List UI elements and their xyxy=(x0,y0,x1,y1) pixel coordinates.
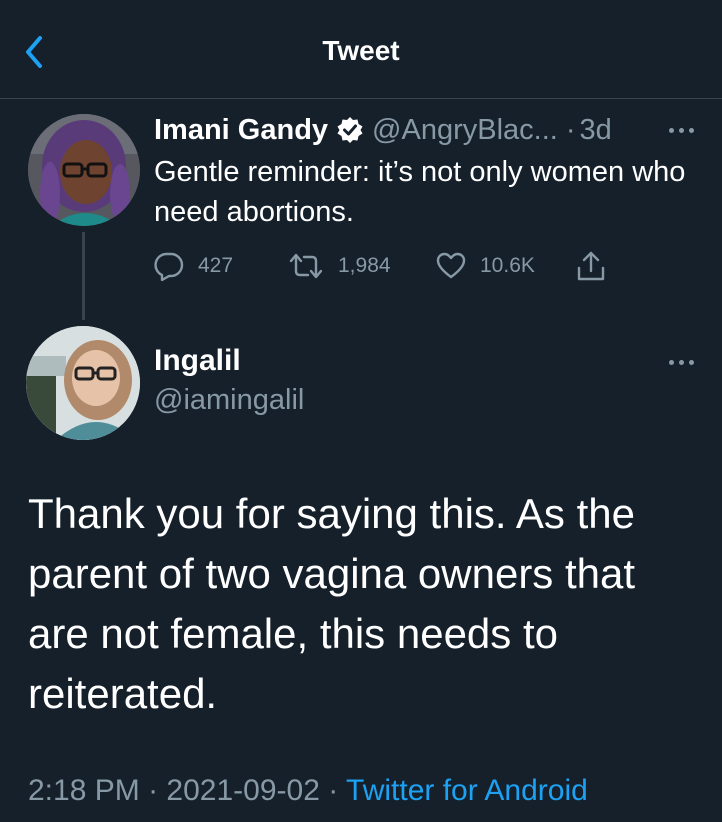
tweet-time: 2:18 PM xyxy=(28,774,140,807)
tweet-metadata: 2:18 PM · 2021-09-02 · Twitter for Andro… xyxy=(28,774,588,808)
tweet-age[interactable]: 3d xyxy=(580,114,612,147)
verified-badge-icon xyxy=(337,117,363,143)
profile-photo xyxy=(28,114,140,226)
separator-dot: · xyxy=(328,774,339,807)
avatar[interactable] xyxy=(28,114,140,226)
reply-tweet-text: Thank you for saying this. As the parent… xyxy=(28,490,636,717)
more-options-button[interactable] xyxy=(667,357,697,369)
reply-icon xyxy=(154,252,184,281)
author-name[interactable]: Imani Gandy xyxy=(154,114,328,147)
share-icon xyxy=(577,251,605,281)
heart-icon xyxy=(436,252,466,279)
share-button[interactable] xyxy=(576,250,620,282)
tweet-source-link[interactable]: Twitter for Android xyxy=(346,774,588,807)
reply-author-name[interactable]: Ingalil xyxy=(154,344,241,378)
parent-tweet-header: Imani Gandy @AngryBlac... · 3d xyxy=(154,112,612,148)
retweet-button[interactable]: 1,984 xyxy=(288,250,391,282)
retweet-icon xyxy=(289,253,323,279)
like-button[interactable]: 10.6K xyxy=(436,250,535,282)
avatar[interactable] xyxy=(26,326,140,440)
like-count: 10.6K xyxy=(480,254,535,277)
top-bar: Tweet xyxy=(0,0,722,99)
profile-photo xyxy=(26,326,140,440)
retweet-count: 1,984 xyxy=(338,254,391,277)
parent-tweet-text: Gentle reminder: it’s not only women who… xyxy=(154,156,686,228)
reply-button[interactable]: 427 xyxy=(154,250,233,282)
more-options-button[interactable] xyxy=(667,125,697,137)
thread-connector xyxy=(82,232,85,320)
tweet-date: 2021-09-02 xyxy=(166,774,320,807)
reply-author-handle[interactable]: @iamingalil xyxy=(154,384,304,417)
author-handle[interactable]: @AngryBlac... xyxy=(372,114,558,147)
more-horizontal-icon xyxy=(669,128,674,133)
more-horizontal-icon xyxy=(669,360,674,365)
separator-dot: · xyxy=(565,113,576,146)
separator-dot: · xyxy=(148,774,159,807)
reply-count: 427 xyxy=(198,254,234,277)
page-title: Tweet xyxy=(322,35,400,66)
